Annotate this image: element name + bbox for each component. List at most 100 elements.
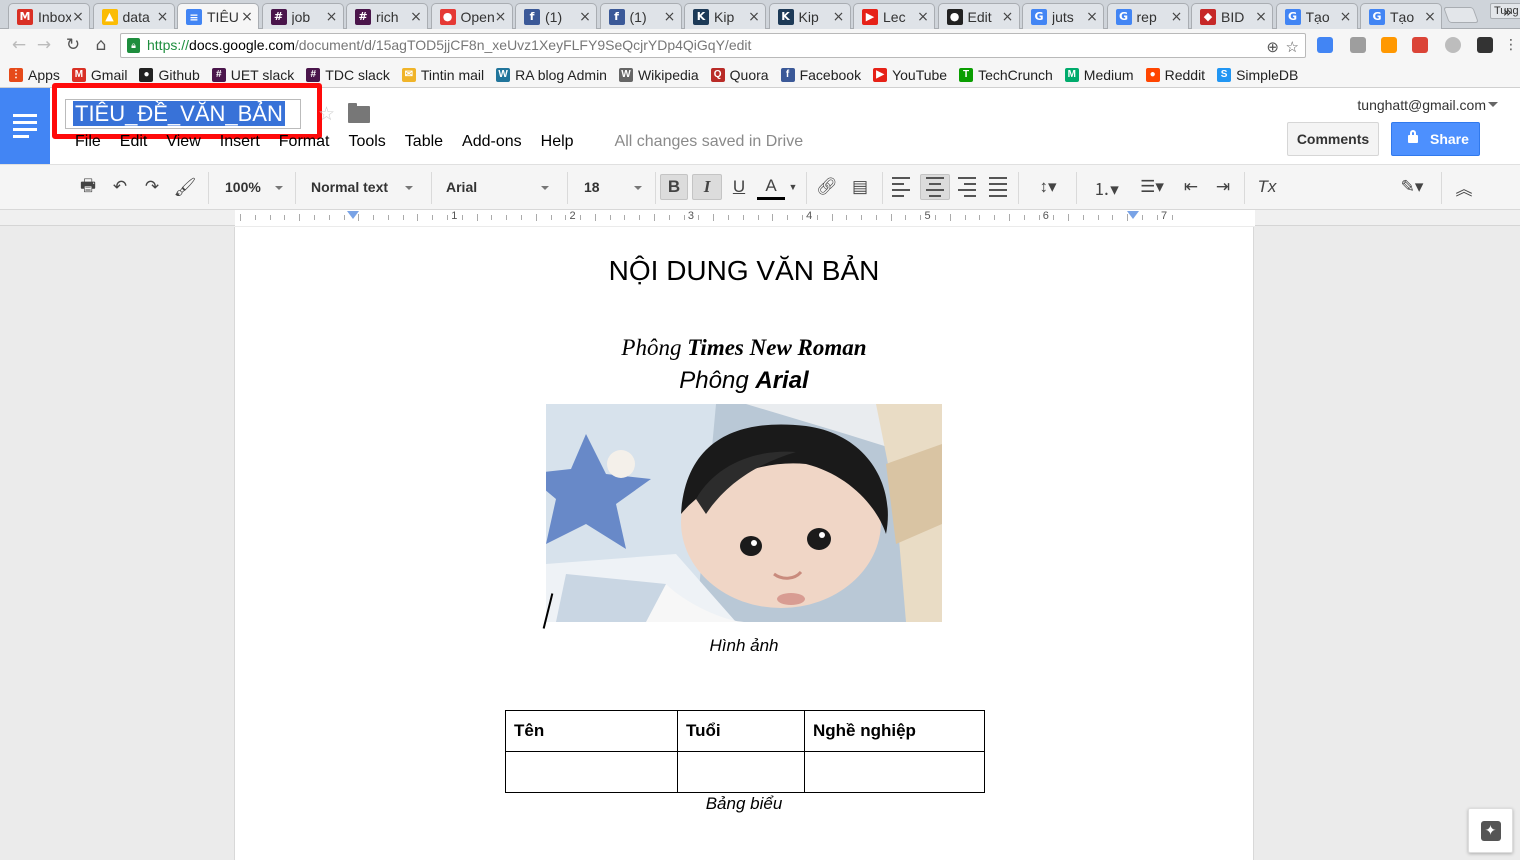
close-tab-icon[interactable]: ×	[916, 9, 930, 25]
folder-icon[interactable]	[348, 103, 370, 123]
close-tab-icon[interactable]: ×	[1423, 9, 1437, 25]
bookmark-item[interactable]: ⋮ Apps	[9, 67, 60, 83]
browser-tab[interactable]: ● Open ×	[430, 3, 513, 29]
menu-edit[interactable]: Edit	[120, 133, 148, 151]
browser-tab[interactable]: ≡ TIÊU ×	[177, 3, 259, 30]
close-tab-icon[interactable]: ×	[325, 9, 339, 25]
paint-format-icon[interactable]: 🖌︎	[174, 174, 197, 200]
close-tab-icon[interactable]: ×	[578, 9, 592, 25]
browser-tab[interactable]: Gjuts ×	[1022, 3, 1104, 29]
document-page[interactable]: NỘI DUNG VĂN BẢN Phông Times New Roman P…	[234, 227, 1254, 860]
browser-tab[interactable]: f (1) ×	[515, 3, 597, 29]
table-header-cell[interactable]: Tên	[505, 710, 678, 752]
bookmark-item[interactable]: ● Github	[139, 67, 200, 83]
close-tab-icon[interactable]: ×	[1085, 9, 1099, 25]
line-spacing-icon[interactable]: ↕▾	[1030, 174, 1066, 200]
baby-photo[interactable]	[546, 404, 942, 622]
table-header-cell[interactable]: Tuổi	[677, 710, 805, 752]
browser-tab[interactable]: G Tạo ×	[1275, 3, 1358, 29]
browser-tab[interactable]: ▲ data ×	[92, 3, 175, 29]
collapse-menu-icon[interactable]: ︽	[1452, 174, 1476, 200]
bookmark-item[interactable]: Q Quora	[710, 67, 769, 83]
close-tab-icon[interactable]: ×	[1339, 9, 1353, 25]
browser-menu-icon[interactable]: ⋮	[1500, 34, 1520, 56]
browser-tab[interactable]: ▶ Lec ×	[853, 3, 935, 29]
print-icon[interactable]: 🖶︎	[78, 174, 98, 200]
data-table[interactable]: Tên Tuổi Nghề nghiệp	[505, 710, 985, 793]
menu-help[interactable]: Help	[541, 133, 574, 151]
account-caret-icon[interactable]	[1488, 102, 1498, 107]
close-tab-icon[interactable]: ×	[494, 9, 508, 25]
bookmark-item[interactable]: T TechCrunch	[959, 67, 1053, 83]
extension-icon[interactable]	[1477, 37, 1493, 53]
close-tab-icon[interactable]: ×	[409, 9, 423, 25]
align-left-icon[interactable]	[892, 174, 912, 200]
menu-tools[interactable]: Tools	[348, 133, 385, 151]
justify-icon[interactable]	[988, 174, 1008, 200]
close-tab-icon[interactable]: ×	[1001, 9, 1015, 25]
bookmark-item[interactable]: M Medium	[1064, 67, 1134, 83]
table-cell[interactable]	[505, 751, 678, 793]
bookmark-item[interactable]: S SimpleDB	[1217, 67, 1298, 83]
bookmark-star-icon[interactable]: ☆	[1286, 36, 1299, 59]
right-indent-marker[interactable]	[1127, 211, 1139, 219]
browser-tab[interactable]: Grep ×	[1106, 3, 1189, 29]
browser-tab[interactable]: K Kip ×	[684, 3, 766, 29]
bookmark-item[interactable]: W Wikipedia	[618, 67, 699, 83]
account-email[interactable]: tunghatt@gmail.com	[1357, 97, 1486, 113]
table-cell[interactable]	[677, 751, 805, 793]
close-tab-icon[interactable]: ×	[747, 9, 761, 25]
close-tab-icon[interactable]: ×	[832, 9, 846, 25]
close-tab-icon[interactable]: ×	[1254, 9, 1268, 25]
left-indent-marker[interactable]	[347, 211, 359, 219]
increase-indent-icon[interactable]: ⇥	[1212, 174, 1234, 200]
undo-icon[interactable]: ↶	[109, 174, 131, 200]
menu-table[interactable]: Table	[405, 133, 443, 151]
bookmark-item[interactable]: # TDC slack	[306, 67, 390, 83]
menu-format[interactable]: Format	[279, 133, 330, 151]
translate-extension-icon[interactable]	[1317, 37, 1333, 53]
browser-tab[interactable]: G Tạo ×	[1360, 3, 1442, 29]
table-cell[interactable]	[804, 751, 985, 793]
browser-tab[interactable]: ● Edit ×	[937, 3, 1020, 29]
zoom-icon[interactable]: ⊕	[1266, 36, 1279, 59]
numbered-list-icon[interactable]: ⒈▾	[1086, 174, 1126, 200]
docs-home-icon[interactable]	[0, 88, 50, 164]
style-dropdown[interactable]: Normal text	[311, 175, 413, 201]
address-bar[interactable]: 🔒︎ https://docs.google.com/document/d/15…	[120, 33, 1306, 58]
share-button[interactable]: Share	[1391, 122, 1480, 156]
menu-insert[interactable]: Insert	[220, 133, 260, 151]
link-icon[interactable]: 🔗︎	[815, 174, 839, 200]
decrease-indent-icon[interactable]: ⇤	[1180, 174, 1202, 200]
browser-tab[interactable]: # job ×	[261, 3, 344, 29]
close-tab-icon[interactable]: ×	[1170, 9, 1184, 25]
bookmark-item[interactable]: ● Reddit	[1145, 67, 1205, 83]
extension-icon[interactable]	[1381, 37, 1397, 53]
star-icon[interactable]: ☆	[318, 103, 335, 125]
italic-button[interactable]: I	[692, 174, 722, 200]
browser-tab[interactable]: M Inbox ×	[8, 3, 90, 29]
table-header-cell[interactable]: Nghề nghiệp	[804, 710, 985, 752]
home-icon[interactable]: ⌂	[90, 34, 112, 56]
font-dropdown[interactable]: Arial	[446, 175, 549, 201]
redo-icon[interactable]: ↷	[141, 174, 163, 200]
bookmark-item[interactable]: W RA blog Admin	[496, 67, 607, 83]
close-tab-icon[interactable]: ×	[663, 9, 677, 25]
menu-addons[interactable]: Add-ons	[462, 133, 522, 151]
clear-formatting-button[interactable]: Tx	[1255, 174, 1279, 200]
close-tab-icon[interactable]: ×	[156, 9, 170, 25]
bold-button[interactable]: B	[660, 174, 688, 200]
bookmark-item[interactable]: ✉ Tintin mail	[401, 67, 484, 83]
text-color-button[interactable]: A	[757, 174, 785, 200]
reload-icon[interactable]: ↻	[62, 34, 84, 56]
underline-button[interactable]: U	[728, 174, 750, 200]
new-tab-button[interactable]	[1443, 7, 1479, 23]
close-tab-icon[interactable]: ×	[240, 9, 254, 25]
browser-tab[interactable]: # rich ×	[346, 3, 428, 29]
text-color-caret-icon[interactable]: ▼	[788, 174, 798, 200]
extension-icon[interactable]	[1350, 37, 1366, 53]
extension-icon[interactable]	[1445, 37, 1461, 53]
browser-tab[interactable]: ◆ BID ×	[1191, 3, 1273, 29]
comment-icon[interactable]: ▤	[848, 174, 872, 200]
bulleted-list-icon[interactable]: ☰▾	[1132, 174, 1172, 200]
